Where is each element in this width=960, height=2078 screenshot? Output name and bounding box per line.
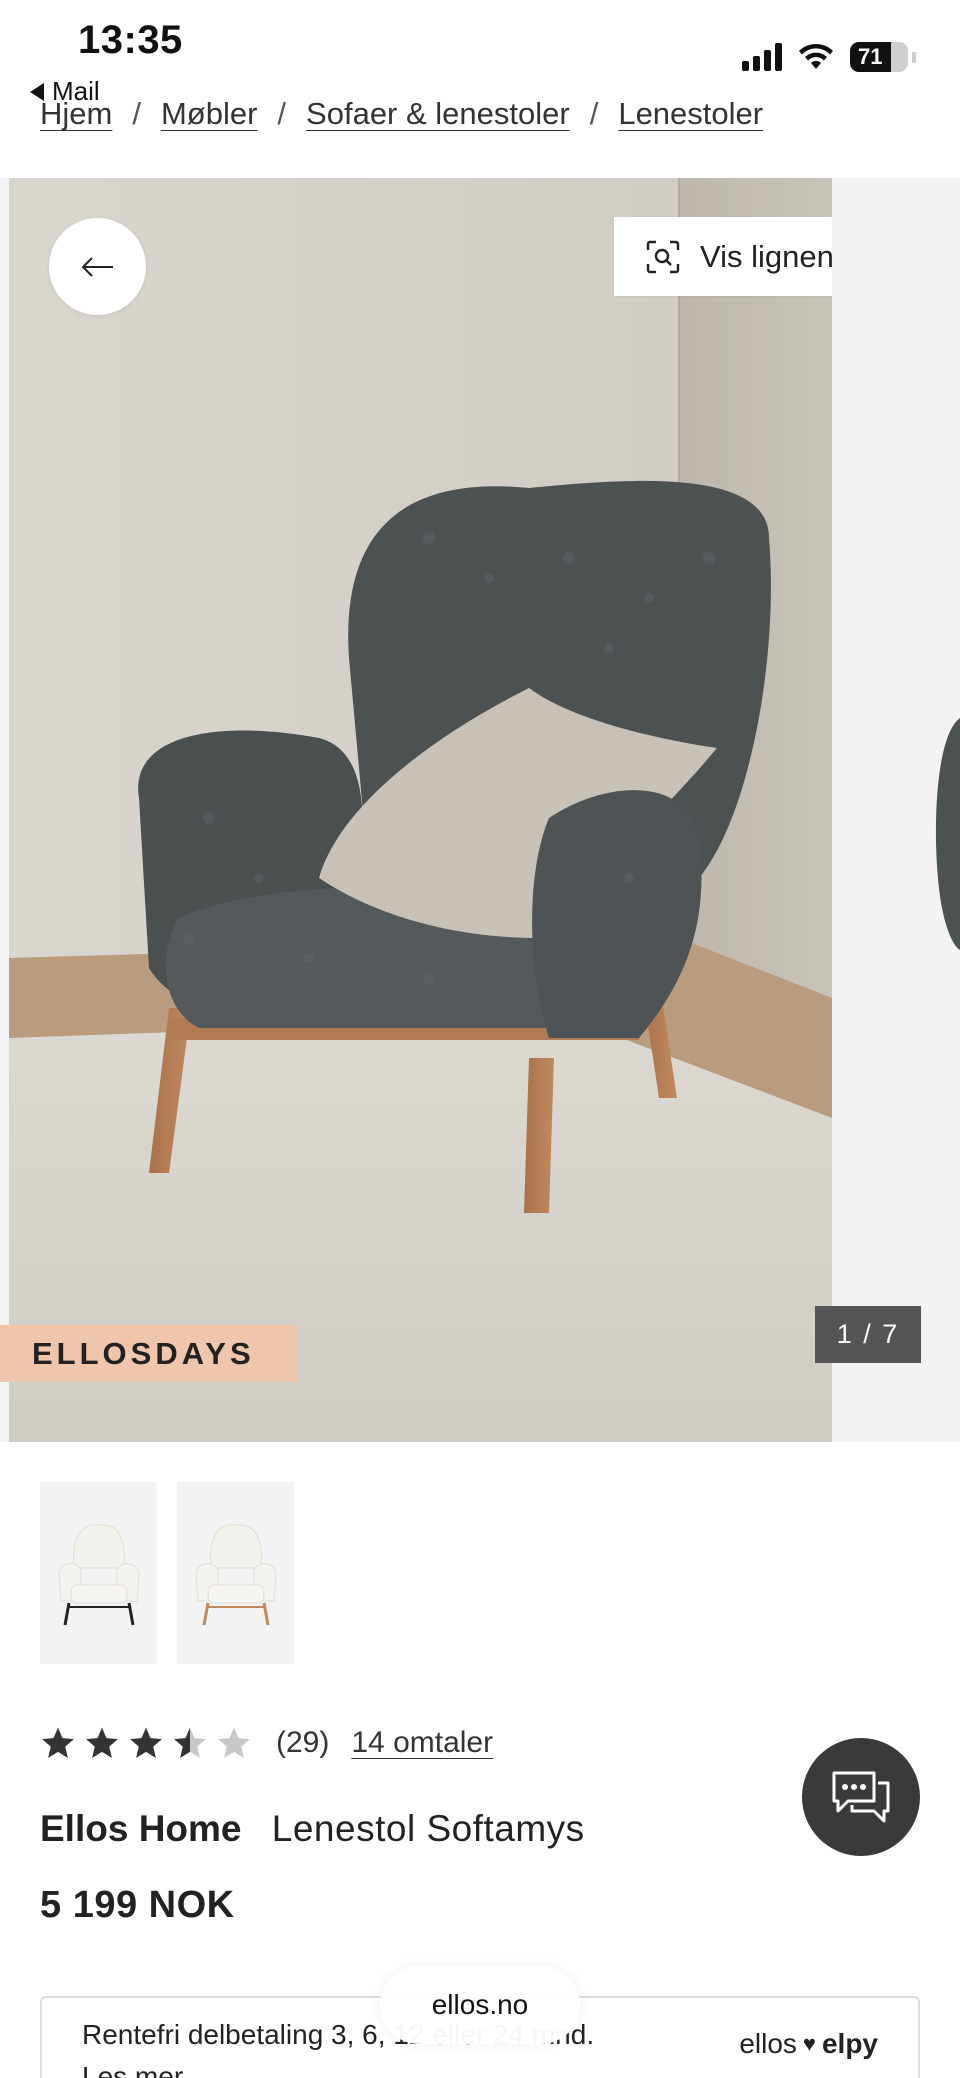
next-image-peek[interactable] <box>832 178 960 1442</box>
breadcrumb-armchairs[interactable]: Lenestoler <box>618 96 763 132</box>
product-name: Lenestol Softamys <box>271 1808 585 1849</box>
arrow-left-icon <box>81 256 113 277</box>
star-icon <box>130 1727 162 1758</box>
product-image[interactable]: Vis lignende <box>9 178 832 1442</box>
heart-icon: ♥ <box>802 2031 816 2056</box>
chat-bubbles-icon <box>832 1771 890 1823</box>
star-rating[interactable] <box>40 1726 252 1760</box>
breadcrumb-sofas-armchairs[interactable]: Sofaer & lenestoler <box>306 96 570 132</box>
breadcrumb-furniture[interactable]: Møbler <box>161 96 257 132</box>
chat-button[interactable] <box>802 1738 920 1856</box>
visual-search-icon <box>646 240 680 273</box>
breadcrumb-home[interactable]: Hjem <box>40 96 112 132</box>
payment-read-more-link[interactable]: Les mer <box>82 2056 594 2078</box>
wifi-icon <box>799 43 833 69</box>
thumbnail-wood-legs[interactable] <box>177 1482 294 1664</box>
visual-search-label: Vis lignende <box>700 238 832 274</box>
product-price: 5 199 NOK <box>40 1884 235 1926</box>
ellos-elpy-logo: ellos ♥ elpy <box>739 2028 878 2059</box>
thumbnail-black-legs[interactable] <box>40 1482 157 1664</box>
reviews-link[interactable]: 14 omtaler <box>351 1726 493 1760</box>
star-icon <box>218 1727 250 1758</box>
thumbnail-strip <box>40 1482 294 1664</box>
battery-level: 71 <box>858 44 883 69</box>
star-icon <box>86 1727 118 1758</box>
product-title: Ellos Home Lenestol Softamys <box>40 1808 585 1850</box>
visual-search-button[interactable]: Vis lignende <box>614 217 832 296</box>
gallery-back-button[interactable] <box>49 218 146 315</box>
star-icon <box>174 1727 206 1758</box>
rating-count: (29) <box>276 1726 330 1759</box>
breadcrumb: Hjem / Møbler / Sofaer & lenestoler / Le… <box>40 96 764 132</box>
status-time: 13:35 <box>78 18 183 62</box>
status-icons: 71 <box>742 42 916 72</box>
promo-tag: ELLOSDAYS <box>0 1325 298 1382</box>
cellular-signal-icon <box>742 43 782 71</box>
star-icon <box>42 1727 74 1758</box>
rating-row: (29) 14 omtaler <box>40 1726 493 1760</box>
status-bar: 13:35 Mail 71 <box>0 0 960 110</box>
battery-icon: 71 <box>850 42 908 72</box>
product-gallery[interactable]: Vis lignende ELLOSDAYS 1 / 7 <box>0 178 960 1442</box>
browser-url-pill[interactable]: ellos.no <box>380 1966 580 2044</box>
product-brand[interactable]: Ellos Home <box>40 1808 242 1849</box>
image-counter: 1 / 7 <box>815 1306 921 1363</box>
